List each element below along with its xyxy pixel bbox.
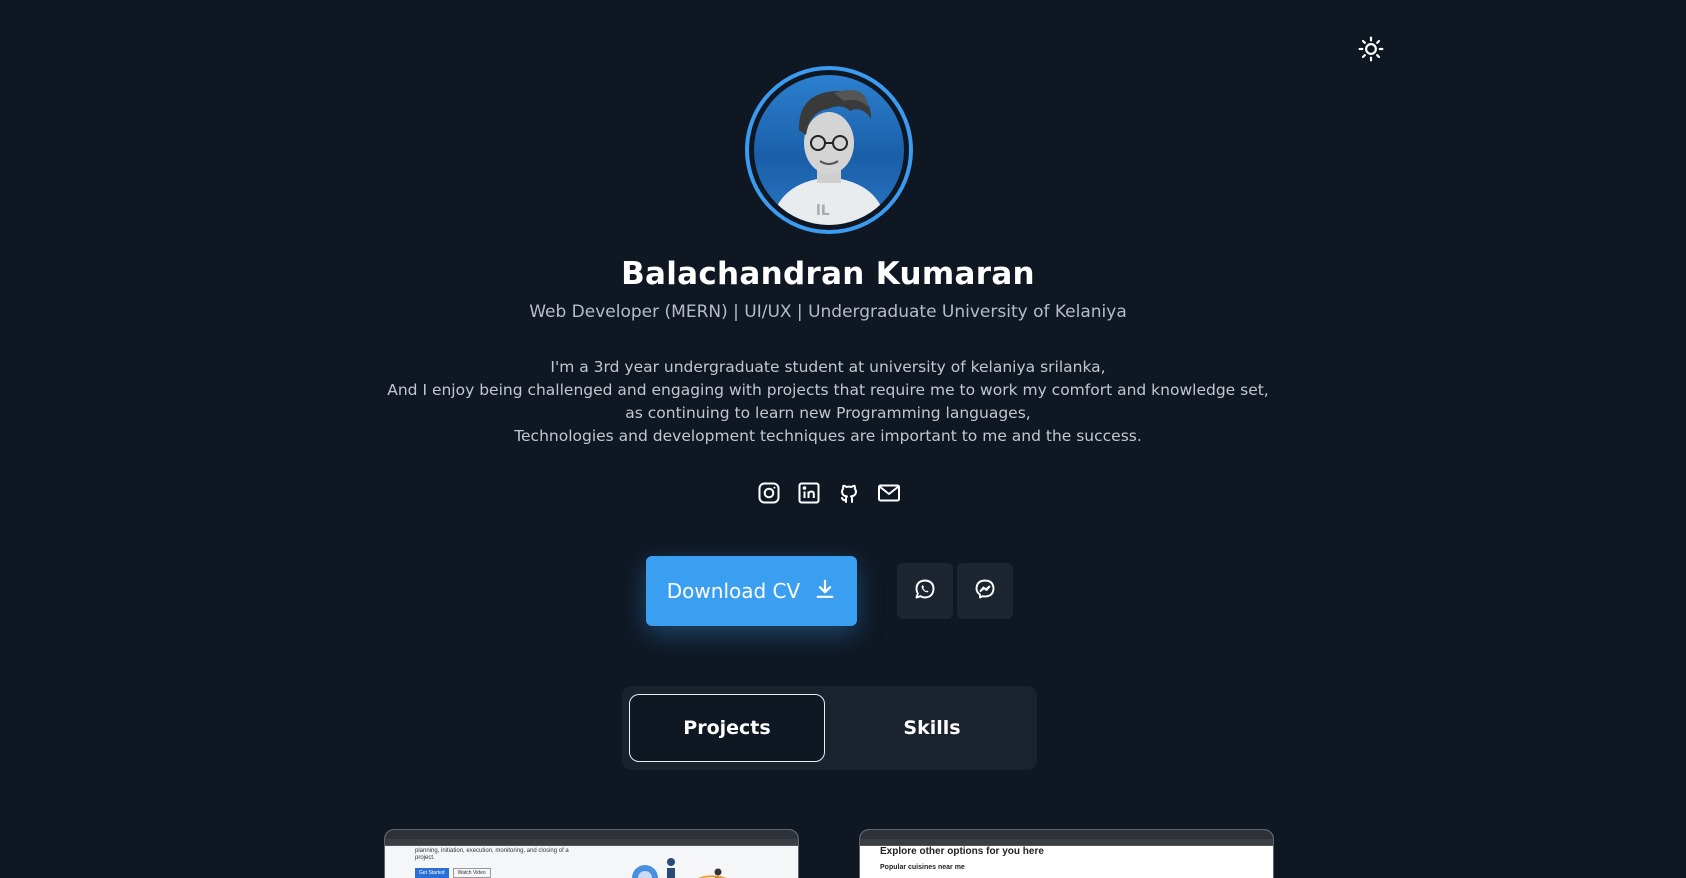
project-text: planning, initiation, execution, monitor…	[415, 848, 569, 861]
project-preview: Explore other options for you here Popul…	[860, 846, 1273, 871]
bio-line: I'm a 3rd year undergraduate student at …	[550, 358, 1106, 376]
bio-line: as continuing to learn new Programming l…	[625, 404, 1031, 422]
project-text: Popular cuisines near me	[880, 864, 965, 871]
bio-line: Technologies and development techniques …	[514, 427, 1142, 445]
project-card[interactable]: Explore other options for you here Popul…	[859, 829, 1274, 878]
avatar-photo: lL	[754, 75, 904, 225]
download-cv-label: Download CV	[666, 579, 801, 603]
section-tabs: Projects Skills	[622, 686, 1037, 770]
instagram-icon[interactable]	[756, 480, 782, 506]
bookmark-bar	[860, 839, 1273, 846]
bookmark-bar	[385, 839, 798, 846]
download-cv-button[interactable]: Download CV	[646, 556, 857, 626]
profile-name: Balachandran Kumaran	[621, 256, 1035, 292]
mail-icon[interactable]	[876, 480, 902, 506]
preview-illustration	[632, 858, 728, 878]
linkedin-icon[interactable]	[796, 480, 822, 506]
social-links	[756, 480, 902, 506]
profile-bio: I'm a 3rd year undergraduate student at …	[0, 356, 1656, 448]
browser-chrome	[860, 830, 1273, 839]
profile-role: Web Developer (MERN) | UI/UX | Undergrad…	[529, 302, 1127, 322]
github-icon[interactable]	[836, 480, 862, 506]
messenger-button[interactable]	[957, 563, 1013, 619]
project-card[interactable]: planning, initiation, execution, monitor…	[384, 829, 799, 878]
tab-projects[interactable]: Projects	[629, 694, 825, 762]
project-preview: planning, initiation, execution, monitor…	[385, 846, 798, 878]
project-text: Explore other options for you here	[880, 846, 1044, 857]
messenger-icon	[973, 577, 997, 605]
bio-line: And I enjoy being challenged and engagin…	[387, 381, 1269, 399]
whatsapp-button[interactable]	[897, 563, 953, 619]
tab-skills[interactable]: Skills	[834, 694, 1030, 762]
theme-toggle-sun-icon[interactable]	[1356, 34, 1386, 64]
whatsapp-icon	[913, 577, 937, 605]
download-icon	[814, 578, 836, 605]
preview-watch-video: Watch Video	[452, 868, 491, 878]
preview-get-started: Get Started	[415, 868, 449, 878]
browser-chrome	[385, 830, 798, 839]
profile-avatar: lL	[745, 66, 913, 234]
svg-text:lL: lL	[816, 203, 830, 219]
